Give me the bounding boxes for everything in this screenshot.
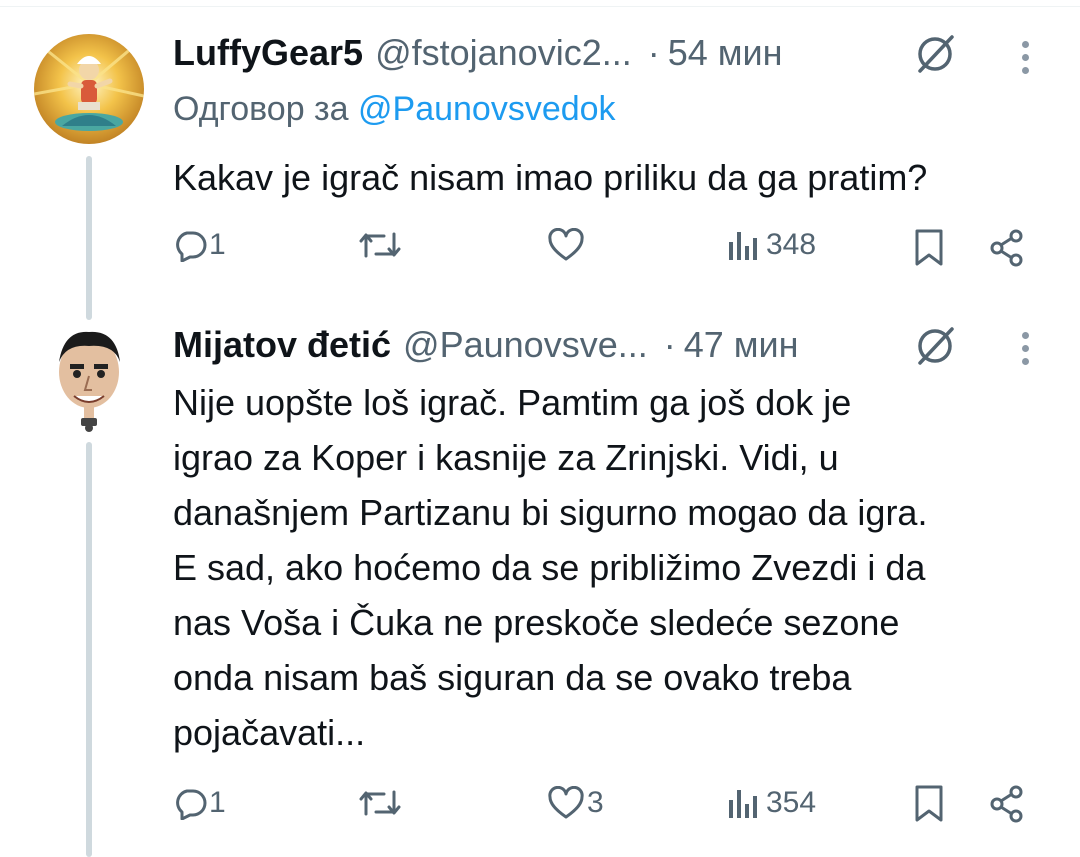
- text-line: nas Voša i Čuka ne preskoče sledeće sezo…: [173, 602, 900, 643]
- grok-slash-circle-icon[interactable]: [914, 323, 958, 367]
- bookmark-icon[interactable]: [912, 228, 946, 268]
- retweet-button[interactable]: [358, 786, 402, 820]
- share-icon[interactable]: [988, 228, 1028, 268]
- bar-chart-icon: [729, 232, 757, 260]
- vertical-dots-icon[interactable]: [1018, 328, 1032, 368]
- speech-bubble-icon: [176, 231, 207, 262]
- heart-icon: [548, 786, 584, 819]
- tweet-1[interactable]: LuffyGear5 @fstojanovic2... · 54 мин Одг…: [0, 0, 1080, 320]
- text-line: E sad, ako hoćemo da se približimo Zvezd…: [173, 547, 926, 588]
- like-button[interactable]: 3: [547, 786, 604, 820]
- grok-slash-circle-icon[interactable]: [914, 31, 958, 75]
- retweet-arrows-icon: [359, 232, 401, 258]
- bookmark-icon[interactable]: [912, 784, 946, 824]
- timestamp[interactable]: 47 мин: [684, 324, 799, 366]
- speech-bubble-icon: [176, 789, 207, 820]
- avatar[interactable]: [34, 34, 144, 144]
- avatar[interactable]: [34, 322, 144, 432]
- views-count: 348: [766, 228, 817, 261]
- tweet-text: Nije uopšte loš igrač. Pamtim ga još dok…: [173, 375, 1063, 760]
- text-line: onda nisam baš siguran da se ovako treba: [173, 657, 852, 698]
- vertical-dots-icon[interactable]: [1018, 37, 1032, 77]
- user-handle[interactable]: @fstojanovic2...: [375, 32, 632, 74]
- retweet-button[interactable]: [358, 228, 402, 262]
- retweet-arrows-icon: [359, 790, 401, 816]
- reply-button[interactable]: 1: [173, 228, 226, 262]
- share-icon[interactable]: [988, 784, 1028, 824]
- reply-button[interactable]: 1: [173, 786, 226, 820]
- tweet-header: LuffyGear5 @fstojanovic2... · 54 мин: [173, 28, 783, 78]
- user-handle[interactable]: @Paunovsve...: [403, 324, 648, 366]
- heart-icon: [548, 228, 584, 261]
- text-line: igrao za Koper i kasnije za Zrinjski. Vi…: [173, 437, 839, 478]
- separator-dot: ·: [647, 32, 660, 73]
- avatar-image: [34, 322, 144, 432]
- reply-count: 1: [209, 228, 226, 261]
- reply-count: 1: [209, 786, 226, 819]
- views-count: 354: [766, 786, 817, 819]
- thread-line: [86, 156, 92, 320]
- tweet-text: Kakav je igrač nisam imao priliku da ga …: [173, 157, 928, 198]
- timestamp[interactable]: 54 мин: [668, 32, 783, 74]
- thread-line: [86, 442, 92, 857]
- views-button[interactable]: 348: [726, 228, 816, 262]
- display-name[interactable]: Mijatov đetić: [173, 324, 391, 366]
- tweet-header: Mijatov đetić @Paunovsve... · 47 мин: [173, 320, 799, 370]
- views-button[interactable]: 354: [726, 786, 816, 820]
- text-line: pojačavati...: [173, 712, 366, 753]
- like-count: 3: [587, 786, 604, 819]
- reply-prefix: Одговор за: [173, 90, 349, 128]
- display-name[interactable]: LuffyGear5: [173, 32, 363, 74]
- reply-context: Одговор за @Paunovsvedok: [173, 90, 616, 129]
- tweet-2[interactable]: Mijatov đetić @Paunovsve... · 47 мин Nij…: [0, 300, 1080, 857]
- text-line: današnjem Partizanu bi sigurno mogao da …: [173, 492, 928, 533]
- bar-chart-icon: [729, 790, 757, 818]
- text-line: Nije uopšte loš igrač. Pamtim ga još dok…: [173, 382, 852, 423]
- separator-dot: ·: [663, 324, 676, 365]
- reply-to-handle[interactable]: @Paunovsvedok: [358, 90, 616, 128]
- like-button[interactable]: [547, 228, 585, 262]
- avatar-image: [34, 34, 144, 144]
